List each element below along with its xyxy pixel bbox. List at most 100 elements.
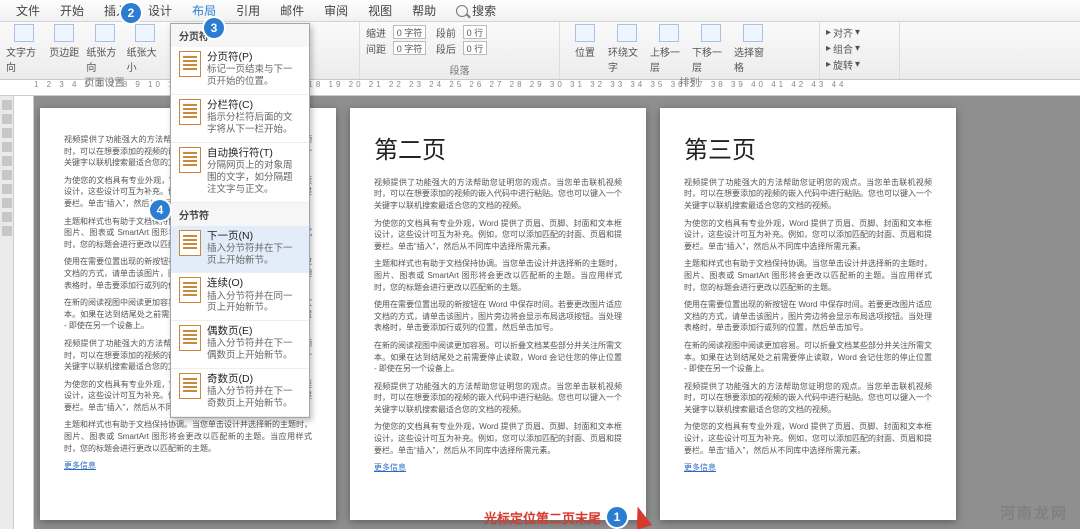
even-page-icon [179, 325, 201, 351]
btn-margins[interactable]: 页边距 [46, 24, 82, 59]
btn-selection-pane[interactable]: 选择窗格 [734, 24, 772, 74]
link[interactable]: 更多信息 [374, 463, 406, 472]
btn-text-direction[interactable]: 文字方向 [6, 24, 42, 74]
continuous-icon [179, 277, 201, 303]
spacing-after-value[interactable]: 0 行 [463, 41, 488, 55]
group-arrange-label: 排列 [566, 74, 813, 91]
dd-section-sectionbreaks: 分节符 [171, 203, 309, 226]
text-wrap-icon [179, 147, 201, 173]
tab-view[interactable]: 视图 [358, 0, 402, 22]
tab-home[interactable]: 开始 [50, 0, 94, 22]
size-icon [135, 24, 155, 42]
tab-file[interactable]: 文件 [6, 0, 50, 22]
badge-3: 3 [204, 18, 224, 38]
page-2[interactable]: 第二页 视频提供了功能强大的方法帮助您证明您的观点。当您单击联机视频时，可以在想… [350, 108, 646, 520]
tool-icon[interactable] [2, 212, 12, 222]
body-text: 使用在需要位置出现的新按钮在 Word 中保存时间。若要更改图片适应文档的方式，… [684, 299, 932, 334]
btn-group[interactable]: ▸ 组合 ▾ [826, 40, 893, 56]
search-placeholder: 搜索 [472, 2, 496, 19]
tool-icon[interactable] [2, 114, 12, 124]
btn-position[interactable]: 位置 [566, 24, 604, 59]
link[interactable]: 更多信息 [684, 463, 716, 472]
wrap-icon [617, 24, 637, 42]
badge-4: 4 [150, 200, 170, 220]
tab-review[interactable]: 审阅 [314, 0, 358, 22]
selection-pane-icon [743, 24, 763, 42]
tool-icon[interactable] [2, 100, 12, 110]
cursor-note-text: 光标定位第二页末尾 [484, 508, 601, 527]
ruler-vertical[interactable] [14, 96, 34, 529]
menu-tabs: 文件 开始 插入 设计 布局 引用 邮件 审阅 视图 帮助 搜索 [0, 0, 1080, 22]
tool-icon[interactable] [2, 170, 12, 180]
body-text: 视频提供了功能强大的方法帮助您证明您的观点。当您单击联机视频时，可以在想要添加的… [684, 177, 932, 212]
body-text: 主题和样式也有助于文档保持协调。当您单击设计并选择新的主题时，图片、图表或 Sm… [374, 258, 622, 293]
odd-page-icon [179, 373, 201, 399]
spacing-before-value[interactable]: 0 行 [463, 25, 488, 39]
btn-wrap[interactable]: 环绕文字 [608, 24, 646, 74]
page-title: 第三页 [684, 134, 932, 169]
indent-right-value[interactable]: 0 字符 [393, 41, 427, 55]
tool-icon[interactable] [2, 226, 12, 236]
annotation-cursor: 光标定位第二页末尾 1 [484, 506, 649, 528]
tool-icon[interactable] [2, 142, 12, 152]
btn-rotate[interactable]: ▸ 旋转 ▾ [826, 56, 893, 72]
page-title: 第二页 [374, 134, 622, 169]
breaks-dropdown: 分页符 分页符(P)标记一页结束与下一页开始的位置。 分栏符(C)指示分栏符后面… [170, 23, 310, 418]
tool-icon[interactable] [2, 184, 12, 194]
tab-design[interactable]: 设计 [138, 0, 182, 22]
btn-backward[interactable]: 下移一层 [692, 24, 730, 74]
tool-icon[interactable] [2, 156, 12, 166]
text-direction-icon [14, 24, 34, 42]
tab-references[interactable]: 引用 [226, 0, 270, 22]
document-workspace: 视频提供了功能强大的方法帮助您证明您的观点。当您单击联机视频时，可以在想要添加的… [0, 96, 1080, 529]
page-3[interactable]: 第三页 视频提供了功能强大的方法帮助您证明您的观点。当您单击联机视频时，可以在想… [660, 108, 956, 520]
ribbon-layout: 文字方向 页边距 纸张方向 纸张大小 栏 页面设置 ▸ 分隔符 ▾ ▸ 行号 ▾… [0, 22, 1080, 80]
body-text: 主题和样式也有助于文档保持协调。当您单击设计并选择新的主题时，图片、图表或 Sm… [684, 258, 932, 293]
body-text: 为使您的文档具有专业外观，Word 提供了页眉、页脚、封面和文本框设计，这些设计… [374, 421, 622, 456]
dd-item-even-page[interactable]: 偶数页(E)插入分节符并在下一偶数页上开始新节。 [171, 321, 309, 369]
btn-align[interactable]: ▸ 对齐 ▾ [826, 24, 893, 40]
dd-item-column-break[interactable]: 分栏符(C)指示分栏符后面的文字将从下一栏开始。 [171, 95, 309, 143]
orientation-icon [95, 24, 115, 42]
next-page-icon [179, 230, 201, 256]
indent-right-label: 间距 [366, 41, 386, 56]
dd-item-page-break[interactable]: 分页符(P)标记一页结束与下一页开始的位置。 [171, 47, 309, 95]
dd-item-continuous[interactable]: 连续(O)插入分节符并在同一页上开始新节。 [171, 273, 309, 321]
search-icon [456, 5, 468, 17]
position-icon [575, 24, 595, 42]
body-text: 视频提供了功能强大的方法帮助您证明您的观点。当您单击联机视频时，可以在想要添加的… [684, 381, 932, 416]
badge-2: 2 [121, 3, 141, 23]
btn-forward[interactable]: 上移一层 [650, 24, 688, 74]
body-text: 在新的阅读视图中阅读更加容易。可以折叠文档某些部分并关注所需文本。如果在达到结尾… [684, 340, 932, 375]
tab-mailings[interactable]: 邮件 [270, 0, 314, 22]
forward-icon [659, 24, 679, 42]
left-toolstrip [0, 96, 14, 529]
body-text: 使用在需要位置出现的新按钮在 Word 中保存时间。若要更改图片适应文档的方式，… [374, 299, 622, 334]
backward-icon [701, 24, 721, 42]
spacing-after-label: 段后 [436, 41, 456, 56]
search-box[interactable]: 搜索 [446, 0, 506, 22]
indent-left-value[interactable]: 0 字符 [393, 25, 427, 39]
btn-size[interactable]: 纸张大小 [127, 24, 163, 74]
body-text: 视频提供了功能强大的方法帮助您证明您的观点。当您单击联机视频时，可以在想要添加的… [374, 177, 622, 212]
indent-left-label: 缩进 [366, 25, 386, 40]
watermark: 河南龙网 [1000, 502, 1068, 523]
tab-help[interactable]: 帮助 [402, 0, 446, 22]
dd-item-odd-page[interactable]: 奇数页(D)插入分节符并在下一奇数页上开始新节。 [171, 369, 309, 417]
body-text: 为使您的文档具有专业外观，Word 提供了页眉、页脚、封面和文本框设计，这些设计… [684, 218, 932, 253]
arrow-icon [630, 504, 652, 529]
body-text: 视频提供了功能强大的方法帮助您证明您的观点。当您单击联机视频时，可以在想要添加的… [374, 381, 622, 416]
body-text: 为使您的文档具有专业外观，Word 提供了页眉、页脚、封面和文本框设计，这些设计… [684, 421, 932, 456]
column-break-icon [179, 99, 201, 125]
badge-1: 1 [607, 507, 627, 527]
dd-item-text-wrap[interactable]: 自动换行符(T)分隔网页上的对象周围的文字，如分隔题注文字与正文。 [171, 143, 309, 203]
body-text: 在新的阅读视图中阅读更加容易。可以折叠文档某些部分并关注所需文本。如果在达到结尾… [374, 340, 622, 375]
dd-item-next-page[interactable]: 下一页(N)插入分节符并在下一页上开始新节。 [171, 226, 309, 274]
group-paragraph-label: 段落 [366, 62, 553, 79]
btn-orientation[interactable]: 纸张方向 [86, 24, 122, 74]
dd-section-pagebreaks: 分页符 [171, 24, 309, 47]
tool-icon[interactable] [2, 128, 12, 138]
page-break-icon [179, 51, 201, 77]
link[interactable]: 更多信息 [64, 461, 96, 470]
tool-icon[interactable] [2, 198, 12, 208]
